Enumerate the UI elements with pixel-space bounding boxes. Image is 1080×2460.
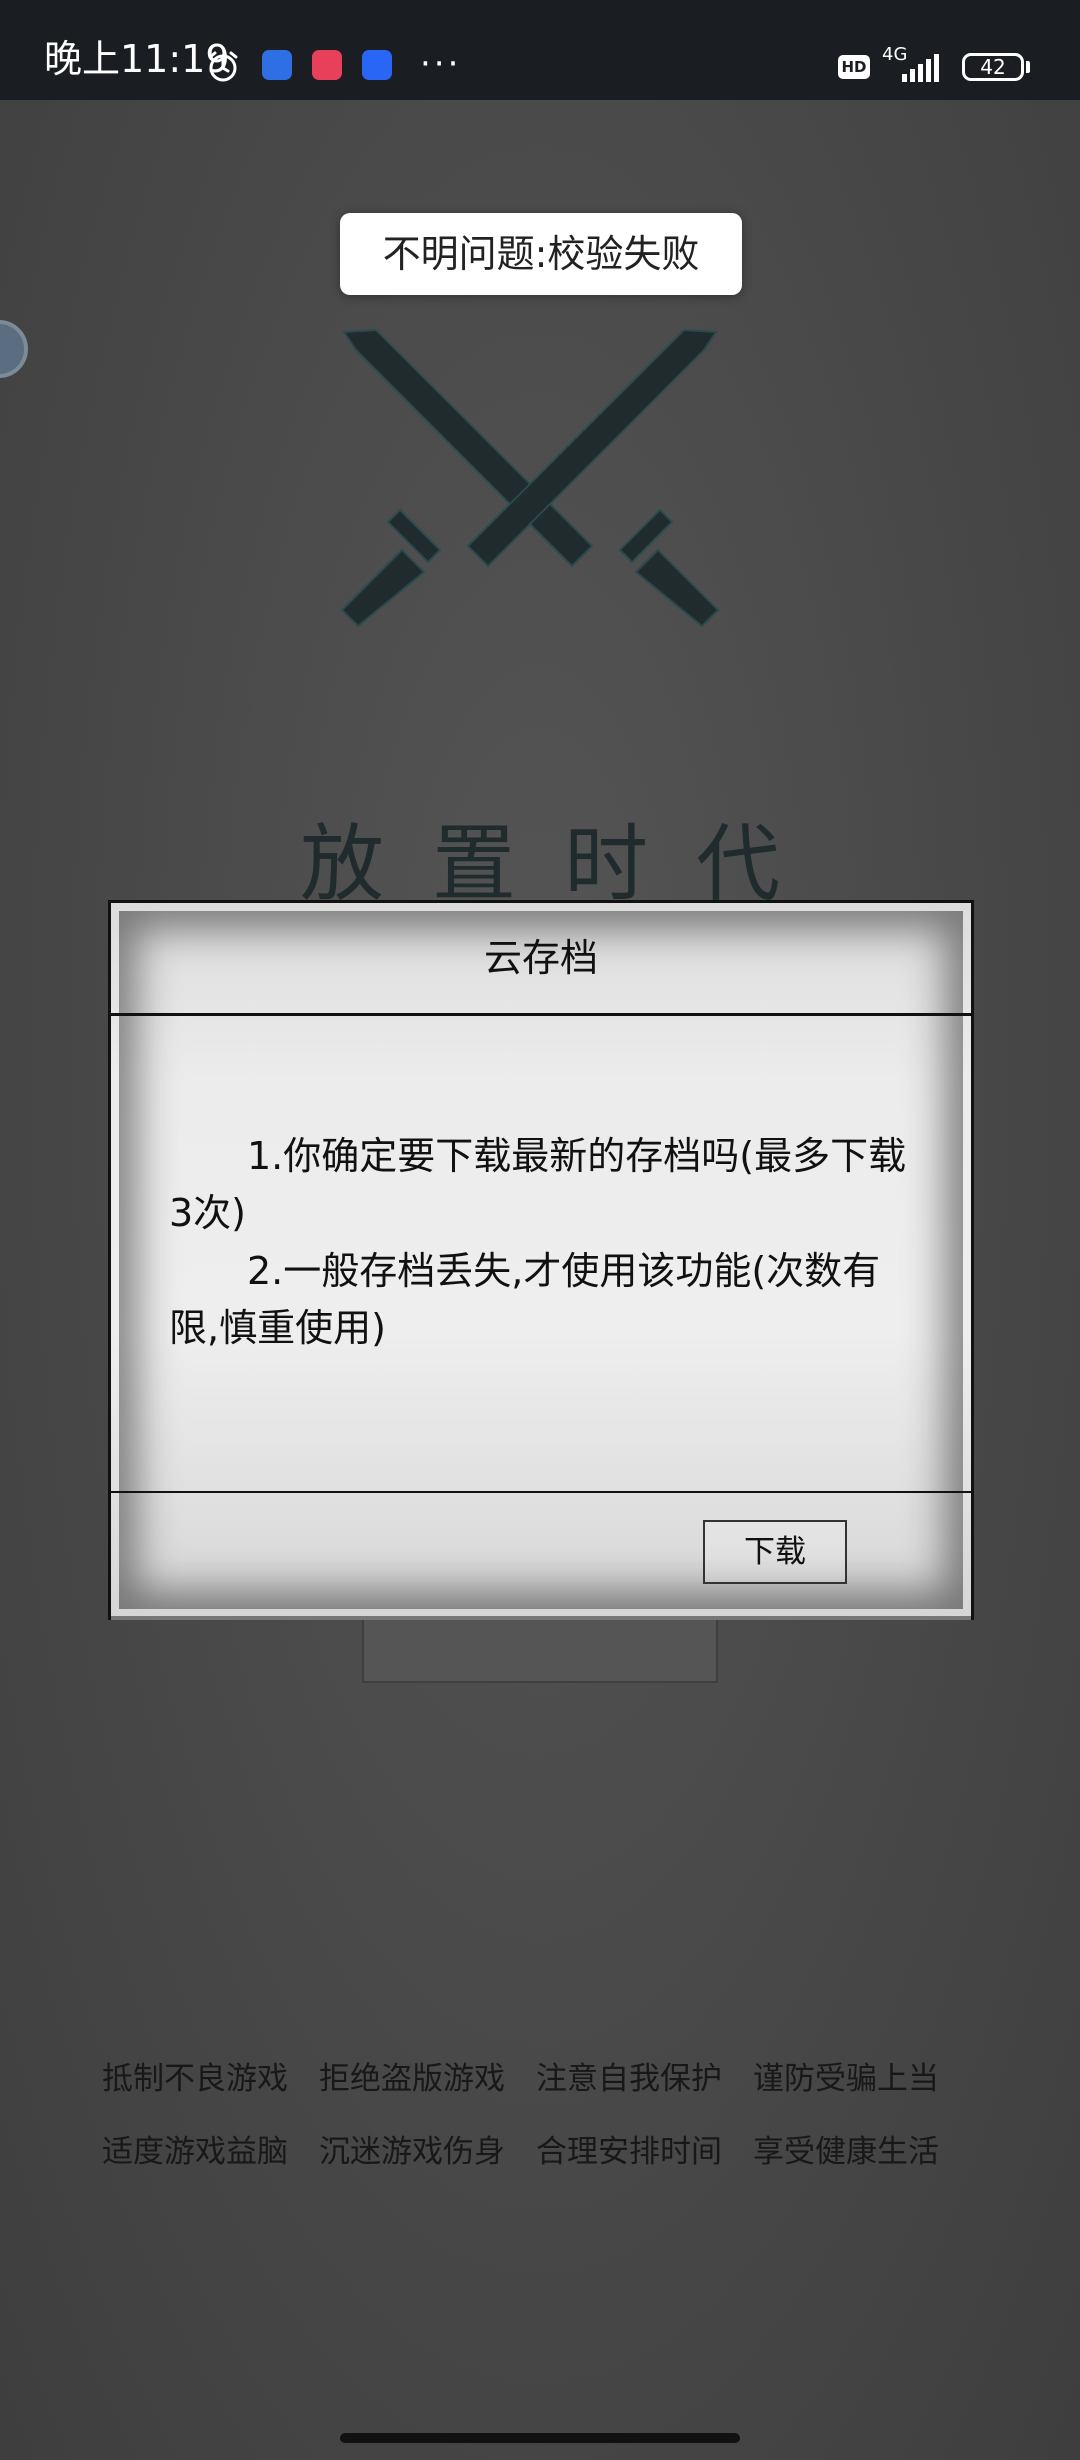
- slogan-text: 抵制不良游戏: [102, 2061, 288, 2097]
- status-bar: 晚上11:19 ··· HD 4G 42: [0, 0, 1080, 100]
- more-icon: ···: [420, 44, 462, 84]
- slogan-text: 适度游戏益脑: [102, 2134, 288, 2170]
- hd-icon: HD: [838, 55, 870, 79]
- blue-app-icon: [362, 50, 392, 80]
- signal-icon: [902, 54, 939, 82]
- error-toast: 不明问题:校验失败: [340, 213, 742, 295]
- battery-icon: 42: [962, 53, 1024, 81]
- slogan-text: 享受健康生活: [753, 2134, 939, 2170]
- health-slogans: 抵制不良游戏 拒绝盗版游戏 注意自我保护 谨防受骗上当 适度游戏益脑 沉迷游戏伤…: [102, 2060, 1002, 2206]
- alarm-icon: [208, 51, 238, 82]
- dialog-divider: [111, 1491, 971, 1493]
- slogan-row: 抵制不良游戏 拒绝盗版游戏 注意自我保护 谨防受骗上当: [102, 2060, 1002, 2098]
- slogan-text: 沉迷游戏伤身: [319, 2134, 505, 2170]
- dialog-line: 1.你确定要下载最新的存档吗(最多下载3次): [169, 1134, 907, 1235]
- red-app-icon: [312, 50, 342, 80]
- battery-nub: [1026, 61, 1030, 73]
- background-start-button: [362, 1615, 718, 1683]
- download-button[interactable]: 下载: [703, 1520, 847, 1584]
- slogan-row: 适度游戏益脑 沉迷游戏伤身 合理安排时间 享受健康生活: [102, 2133, 1002, 2171]
- dialog-bottom-edge: [111, 1616, 971, 1620]
- dialog-title: 云存档: [483, 936, 598, 980]
- status-time: 晚上11:19: [44, 37, 230, 81]
- slogan-text: 注意自我保护: [536, 2061, 722, 2097]
- crossed-swords-icon: [340, 328, 720, 628]
- dialog-line: 2.一般存档丢失,才使用该功能(次数有限,慎重使用): [169, 1249, 881, 1350]
- home-indicator[interactable]: [340, 2433, 740, 2443]
- baidu-app-icon: [262, 50, 292, 80]
- slogan-text: 谨防受骗上当: [753, 2061, 939, 2097]
- slogan-text: 拒绝盗版游戏: [319, 2061, 505, 2097]
- dialog-header: 云存档: [111, 903, 971, 1016]
- game-title: 放置时代: [299, 815, 828, 913]
- battery-level: 42: [980, 55, 1006, 79]
- dialog-message: 1.你确定要下载最新的存档吗(最多下载3次) 2.一般存档丢失,才使用该功能(次…: [169, 1128, 929, 1358]
- cloud-save-dialog: 云存档 1.你确定要下载最新的存档吗(最多下载3次) 2.一般存档丢失,才使用该…: [108, 900, 974, 1620]
- slogan-text: 合理安排时间: [536, 2134, 722, 2170]
